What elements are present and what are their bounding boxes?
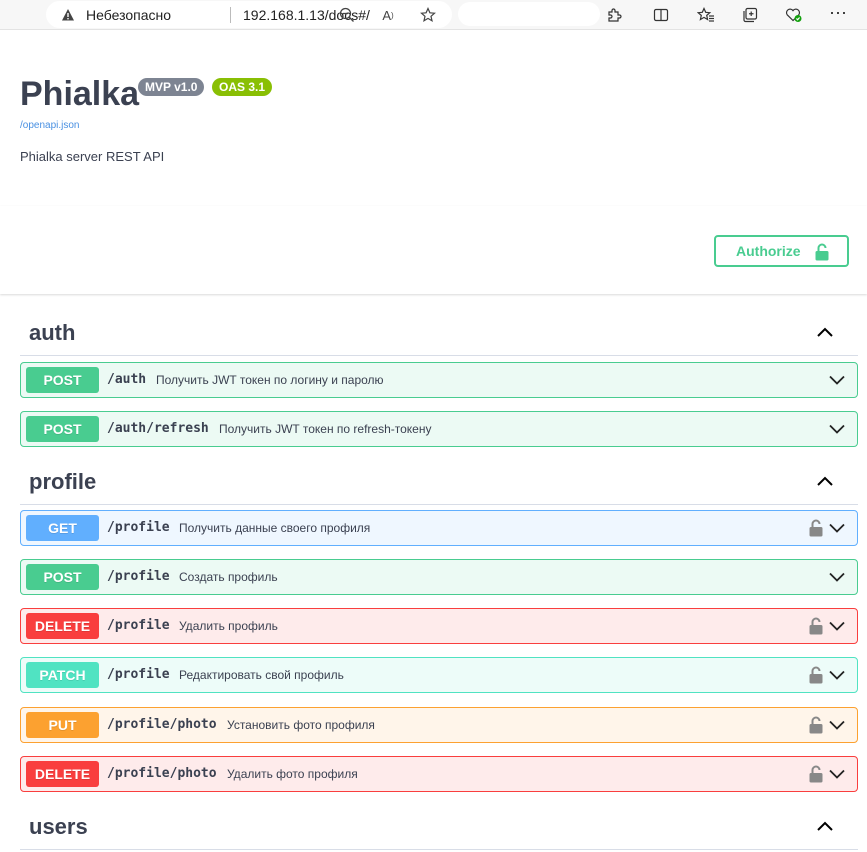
lock-icon[interactable] — [809, 716, 823, 734]
operation-post-auth-refresh[interactable]: POST /auth/refresh Получить JWT токен по… — [20, 411, 858, 447]
method-badge: PUT — [26, 712, 99, 738]
warning-icon[interactable] — [60, 7, 76, 23]
authorize-label: Authorize — [736, 243, 801, 259]
chevron-down-icon[interactable] — [829, 720, 845, 730]
tag-name: profile — [29, 469, 97, 494]
method-badge: DELETE — [26, 761, 99, 787]
operation-summary: Получить данные своего профиля — [179, 521, 371, 535]
operation-summary: Получить JWT токен по логину и паролю — [156, 373, 384, 387]
operation-delete-profile[interactable]: DELETE /profile Удалить профиль — [20, 608, 858, 644]
chevron-up-icon — [817, 327, 833, 337]
collections-icon[interactable] — [740, 5, 760, 25]
method-badge: PATCH — [26, 662, 99, 688]
browser-essentials-icon[interactable] — [784, 5, 804, 25]
operation-get-profile[interactable]: GET /profile Получить данные своего проф… — [20, 510, 858, 546]
zoom-out-icon[interactable] — [339, 7, 355, 23]
operation-summary: Получить JWT токен по refresh-токену — [219, 422, 432, 436]
operation-post-auth[interactable]: POST /auth Получить JWT токен по логину … — [20, 362, 858, 398]
method-badge: POST — [26, 416, 99, 442]
chevron-down-icon[interactable] — [829, 523, 845, 533]
read-aloud-icon[interactable]: A) — [380, 7, 396, 23]
chevron-up-icon — [817, 476, 833, 486]
chevron-down-icon[interactable] — [829, 375, 845, 385]
operation-post-profile[interactable]: POST /profile Создать профиль — [20, 559, 858, 595]
operation-path: /profile — [107, 667, 170, 682]
operation-summary: Удалить фото профиля — [227, 767, 358, 781]
authorize-button[interactable]: Authorize — [714, 235, 849, 267]
api-title: Phialka — [20, 75, 140, 113]
chevron-down-icon[interactable] — [829, 424, 845, 434]
operation-path: /profile — [107, 618, 170, 633]
chevron-down-icon[interactable] — [829, 572, 845, 582]
tag-name: auth — [29, 320, 76, 345]
api-description: Phialka server REST API — [20, 149, 165, 164]
tag-name: users — [29, 814, 88, 839]
operation-path: /profile — [107, 569, 170, 584]
security-label[interactable]: Небезопасно — [86, 7, 171, 23]
chevron-down-icon[interactable] — [829, 769, 845, 779]
unlocked-icon — [815, 243, 829, 261]
lock-icon[interactable] — [809, 765, 823, 783]
oas-badge: OAS 3.1 — [212, 78, 273, 96]
method-badge: POST — [26, 564, 99, 590]
chevron-down-icon[interactable] — [829, 670, 845, 680]
chevron-up-icon — [817, 821, 833, 831]
chevron-down-icon[interactable] — [829, 621, 845, 631]
favorite-star-icon[interactable] — [420, 7, 436, 23]
operation-summary: Редактировать свой профиль — [179, 668, 344, 682]
lock-icon[interactable] — [809, 617, 823, 635]
operation-put-profile-photo[interactable]: PUT /profile/photo Установить фото профи… — [20, 707, 858, 743]
lock-icon[interactable] — [809, 666, 823, 684]
tag-users-header[interactable]: users — [20, 806, 858, 850]
lock-icon[interactable] — [809, 519, 823, 537]
method-badge: GET — [26, 515, 99, 541]
method-badge: DELETE — [26, 613, 99, 639]
profile-pill[interactable] — [458, 2, 600, 26]
operation-path: /profile/photo — [107, 766, 217, 781]
tag-profile-header[interactable]: profile — [20, 461, 858, 505]
operation-summary: Создать профиль — [179, 570, 278, 584]
more-icon[interactable]: ⋯ — [828, 3, 848, 23]
address-bar[interactable]: Небезопасно 192.168.1.13/docs#/ A) — [46, 1, 452, 28]
tag-auth-header[interactable]: auth — [20, 312, 858, 356]
operation-summary: Установить фото профиля — [227, 718, 375, 732]
operation-path: /profile — [107, 520, 170, 535]
version-badge: MVP v1.0 — [138, 78, 205, 96]
operation-path: /auth/refresh — [107, 421, 209, 436]
extensions-icon[interactable] — [604, 5, 624, 25]
method-badge: POST — [26, 367, 99, 393]
favorites-icon[interactable] — [696, 5, 716, 25]
browser-toolbar: Небезопасно 192.168.1.13/docs#/ A) ⋯ — [0, 0, 867, 30]
operation-delete-profile-photo[interactable]: DELETE /profile/photo Удалить фото профи… — [20, 756, 858, 792]
operation-summary: Удалить профиль — [179, 619, 278, 633]
operation-path: /profile/photo — [107, 717, 217, 732]
split-screen-icon[interactable] — [651, 5, 671, 25]
operation-patch-profile[interactable]: PATCH /profile Редактировать свой профил… — [20, 657, 858, 693]
openapi-json-link[interactable]: /openapi.json — [20, 120, 80, 131]
operation-path: /auth — [107, 372, 147, 387]
address-divider — [230, 7, 231, 23]
